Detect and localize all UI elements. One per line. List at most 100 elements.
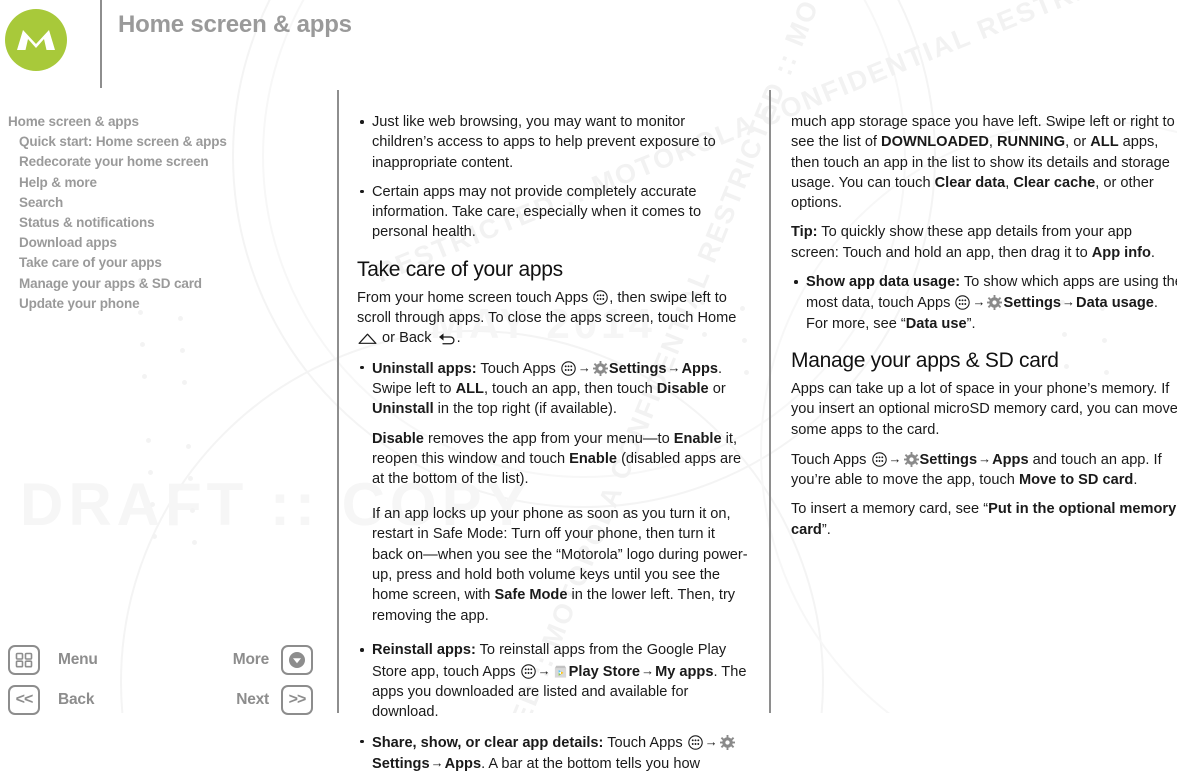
term-share-show-clear: Share, show, or clear app details:	[372, 734, 604, 751]
term-reinstall-apps: Reinstall apps:	[372, 642, 476, 659]
term-enable-2: Enable	[569, 450, 618, 467]
settings-gear-icon	[903, 451, 919, 467]
nav-row-back-next: << Back Next >>	[8, 684, 313, 716]
continued-text-2: ,	[988, 134, 997, 151]
sidebar-item-redecorate[interactable]: Redecorate your home screen	[8, 152, 328, 172]
share-text-2: . A bar at the bottom tells you how	[481, 755, 701, 772]
arrow-glyph: →	[537, 662, 551, 678]
grid-icon	[15, 652, 33, 668]
bullet-text-accuracy: Certain apps may not provide completely …	[372, 183, 702, 241]
term-apps: Apps	[681, 360, 718, 377]
term-settings-4: Settings	[919, 451, 978, 468]
disable-text-1: removes the app from your menu—to	[423, 430, 674, 447]
term-show-app-data-usage: Show app data usage:	[806, 274, 961, 291]
settings-gear-icon	[592, 360, 608, 376]
arrow-glyph: →	[641, 662, 655, 678]
back-label: Back	[58, 691, 95, 708]
page-title: Home screen & apps	[118, 11, 352, 38]
bullet-text-web-browsing: Just like web browsing, you may want to …	[372, 114, 716, 171]
arrow-glyph: →	[430, 754, 444, 770]
warning-bullet-list: Just like web browsing, you may want to …	[357, 112, 749, 243]
paragraph-insert-card: To insert a memory card, see “Put in the…	[791, 499, 1177, 540]
play-store-icon	[553, 664, 568, 679]
term-tip: Tip:	[791, 224, 818, 241]
list-item: Certain apps may not provide completely …	[357, 182, 749, 243]
term-enable: Enable	[673, 430, 722, 447]
arrow-glyph: →	[667, 359, 681, 375]
arrow-glyph: →	[978, 450, 992, 466]
back-button[interactable]: <<	[8, 685, 40, 715]
sidebar-item-download-apps[interactable]: Download apps	[8, 233, 328, 253]
sidebar-item-manage-apps-sd[interactable]: Manage your apps & SD card	[8, 274, 328, 294]
menu-button[interactable]	[8, 645, 40, 675]
apps-grid-icon	[955, 295, 971, 311]
sidebar-item-home-screen-apps[interactable]: Home screen & apps	[8, 112, 328, 132]
sidebar-item-search[interactable]: Search	[8, 193, 328, 213]
chevron-down-circle-icon	[287, 650, 307, 670]
term-running: RUNNING	[996, 134, 1066, 151]
paragraph-apps-intro: From your home screen touch Apps , then …	[357, 288, 749, 349]
data-usage-text-3: ”.	[966, 315, 976, 332]
content-column-right: much app storage space you have left. Sw…	[791, 112, 1177, 549]
list-item: Just like web browsing, you may want to …	[357, 112, 749, 173]
term-settings: Settings	[608, 360, 667, 377]
sidebar-item-help-more[interactable]: Help & more	[8, 173, 328, 193]
arrow-glyph: →	[888, 450, 902, 466]
term-all: ALL	[455, 380, 484, 397]
sidebar-item-take-care-apps[interactable]: Take care of your apps	[8, 253, 328, 273]
content-column-left: Just like web browsing, you may want to …	[357, 112, 749, 783]
term-apps-2: Apps	[444, 755, 482, 772]
section-heading-manage-apps: Manage your apps & SD card	[791, 348, 1059, 372]
arrow-glyph: →	[704, 733, 718, 749]
term-my-apps: My apps	[655, 663, 714, 680]
paragraph-disable-enable: Disable removes the app from your menu—t…	[372, 429, 749, 490]
term-all-2: ALL	[1090, 134, 1119, 151]
term-uninstall: Uninstall	[372, 401, 434, 418]
uninstall-text-1: Touch Apps	[476, 360, 560, 377]
more-button[interactable]	[281, 645, 313, 675]
share-text-1: Touch Apps	[603, 734, 687, 751]
paragraph-manage-intro: Apps can take up a lot of space in your …	[791, 380, 1177, 438]
next-label: Next	[236, 691, 269, 708]
apps-grid-icon	[593, 290, 608, 305]
nav-row-menu-more: Menu More	[8, 644, 313, 676]
back-arrow-icon	[437, 332, 456, 345]
term-settings-3: Settings	[1003, 295, 1062, 312]
header-divider	[100, 0, 102, 88]
sidebar-item-status-notifications[interactable]: Status & notifications	[8, 213, 328, 233]
settings-gear-icon	[987, 295, 1003, 311]
double-chevron-left-icon: <<	[15, 691, 34, 708]
insert-text-1: To insert a memory card, see “	[791, 501, 989, 518]
data-usage-bullet-list: Show app data usage: To show which apps …	[791, 272, 1177, 334]
term-downloaded: DOWNLOADED	[881, 134, 989, 151]
move-text-1: Touch Apps	[791, 451, 871, 468]
column-divider-right	[769, 90, 771, 713]
paragraph-safe-mode: If an app locks up your phone as soon as…	[372, 504, 749, 626]
term-app-info: App info	[1091, 244, 1151, 261]
term-move-to-sd-card: Move to SD card	[1018, 472, 1134, 489]
paragraph-tip: Tip: To quickly show these app details f…	[791, 222, 1177, 263]
page-header: Home screen & apps	[0, 0, 1177, 90]
continued-text-3: , or	[1065, 134, 1091, 151]
term-uninstall-apps: Uninstall apps:	[372, 360, 477, 377]
motorola-logo	[5, 9, 67, 71]
insert-text-2: ”.	[821, 521, 831, 538]
sidebar-item-quick-start[interactable]: Quick start: Home screen & apps	[8, 132, 328, 152]
apps-grid-icon	[871, 452, 887, 467]
tip-text-2: .	[1150, 244, 1155, 261]
uninstall-text-4: , touch an app, then touch	[483, 380, 657, 397]
term-disable-2: Disable	[372, 430, 424, 447]
arrow-glyph: →	[577, 359, 591, 375]
term-clear-cache: Clear cache	[1013, 174, 1096, 191]
term-apps-3: Apps	[992, 451, 1029, 468]
bottom-navigation-bar: Menu More << Back Next >>	[0, 638, 330, 716]
apps-grid-icon	[687, 734, 703, 750]
section-heading-take-care: Take care of your apps	[357, 257, 563, 281]
paragraph-move-to-sd: Touch Apps → Settings→Apps and touch an a…	[791, 449, 1177, 491]
uninstall-text-5: or	[708, 380, 726, 397]
arrow-glyph: →	[1062, 294, 1076, 310]
sidebar-item-update-phone[interactable]: Update your phone	[8, 294, 328, 314]
apps-grid-icon	[520, 663, 536, 679]
next-button[interactable]: >>	[281, 685, 313, 715]
list-item: Share, show, or clear app details: Touch…	[357, 732, 749, 775]
